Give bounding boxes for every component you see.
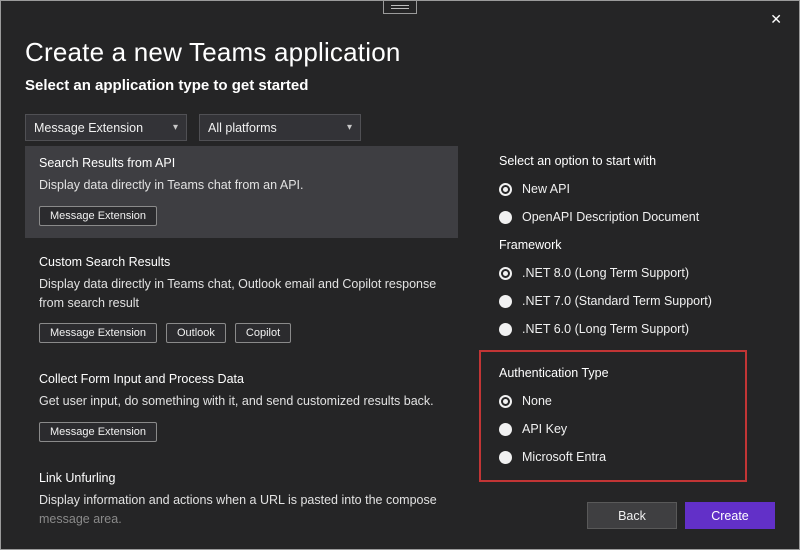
template-title: Custom Search Results: [39, 254, 171, 269]
radio-icon: [499, 394, 512, 408]
radio-openapi-description-document[interactable]: OpenAPI Description Document: [499, 210, 789, 224]
radio-dotnet-6[interactable]: .NET 6.0 (Long Term Support): [499, 322, 789, 336]
radio-new-api[interactable]: New API: [499, 182, 789, 196]
start-option-group-label: Select an option to start with: [499, 154, 657, 168]
framework-group-label: Framework: [499, 238, 562, 252]
radio-icon: [499, 182, 512, 196]
template-description-text: Display information and actions when a U…: [39, 493, 437, 507]
radio-label: Microsoft Entra: [522, 450, 607, 464]
radio-label: API Key: [522, 422, 568, 436]
template-item-custom-search-results[interactable]: Custom Search Results Display data direc…: [25, 245, 458, 356]
radio-label: New API: [522, 182, 570, 196]
tag-message-extension[interactable]: Message Extension: [39, 205, 157, 226]
radio-icon: [499, 266, 512, 280]
radio-auth-api-key[interactable]: API Key: [499, 422, 735, 436]
platform-dropdown-value: All platforms: [208, 120, 277, 135]
authentication-type-group-highlighted: Authentication Type None API Key Microso…: [479, 350, 747, 482]
radio-icon: [499, 450, 512, 464]
radio-label: .NET 7.0 (Standard Term Support): [522, 294, 712, 308]
radio-dotnet-8[interactable]: .NET 8.0 (Long Term Support): [499, 266, 789, 280]
tag-outlook[interactable]: Outlook: [166, 323, 226, 344]
radio-icon: [499, 322, 512, 336]
window-drag-handle-icon[interactable]: [383, 1, 417, 14]
framework-group: Framework .NET 8.0 (Long Term Support) .…: [499, 238, 789, 336]
template-type-dropdown-value: Message Extension: [34, 120, 144, 135]
footer-actions: Back Create: [587, 502, 775, 529]
template-description: Get user input, do something with it, an…: [39, 394, 434, 409]
platform-dropdown[interactable]: All platforms ▾: [199, 114, 361, 141]
template-item-search-results-from-api[interactable]: Search Results from API Display data dir…: [25, 146, 458, 238]
template-description: Display data directly in Teams chat, Out…: [39, 276, 437, 310]
tag-copilot[interactable]: Copilot: [234, 323, 292, 344]
tag-row: Message Extension: [39, 422, 444, 442]
tag-message-extension[interactable]: Message Extension: [39, 323, 157, 344]
create-teams-app-dialog: ✕ Create a new Teams application Select …: [0, 0, 800, 550]
radio-label: .NET 8.0 (Long Term Support): [522, 266, 689, 280]
template-description: Display information and actions when a U…: [39, 491, 444, 529]
tag-row: Message Extension: [39, 205, 444, 226]
close-icon[interactable]: ✕: [770, 12, 782, 26]
authentication-type-label: Authentication Type: [499, 366, 609, 380]
template-title: Collect Form Input and Process Data: [39, 372, 244, 387]
radio-icon: [499, 422, 512, 436]
radio-auth-none[interactable]: None: [499, 394, 735, 408]
page-title: Create a new Teams application: [25, 37, 401, 67]
template-list: Search Results from API Display data dir…: [25, 146, 458, 548]
page-subtitle: Select an application type to get starte…: [25, 77, 309, 94]
radio-label: OpenAPI Description Document: [522, 210, 700, 224]
tag-row: Message Extension Outlook Copilot: [39, 323, 444, 344]
tag-message-extension[interactable]: Message Extension: [39, 422, 157, 442]
chevron-down-icon: ▾: [346, 122, 352, 133]
radio-dotnet-7[interactable]: .NET 7.0 (Standard Term Support): [499, 294, 789, 308]
template-title: Search Results from API: [39, 156, 176, 170]
template-description: Display data directly in Teams chat from…: [39, 178, 304, 192]
start-option-group: Select an option to start with New API O…: [499, 154, 789, 224]
radio-icon: [499, 210, 512, 224]
chevron-down-icon: ▾: [172, 122, 178, 133]
radio-auth-microsoft-entra[interactable]: Microsoft Entra: [499, 450, 735, 464]
drag-handle-line: [391, 8, 409, 9]
filter-bar: Message Extension ▾ All platforms ▾: [25, 114, 361, 141]
radio-label: .NET 6.0 (Long Term Support): [522, 322, 689, 336]
drag-handle-line: [391, 5, 409, 6]
back-button[interactable]: Back: [587, 502, 677, 529]
radio-label: None: [522, 394, 552, 408]
template-item-link-unfurling[interactable]: Link Unfurling Display information and a…: [25, 461, 458, 541]
template-type-dropdown[interactable]: Message Extension ▾: [25, 114, 187, 141]
create-button[interactable]: Create: [685, 502, 775, 529]
radio-icon: [499, 294, 512, 308]
options-panel: Select an option to start with New API O…: [479, 154, 789, 494]
template-item-collect-form-input[interactable]: Collect Form Input and Process Data Get …: [25, 362, 458, 454]
template-title: Link Unfurling: [39, 471, 116, 485]
template-description-muted: message area.: [39, 511, 122, 526]
